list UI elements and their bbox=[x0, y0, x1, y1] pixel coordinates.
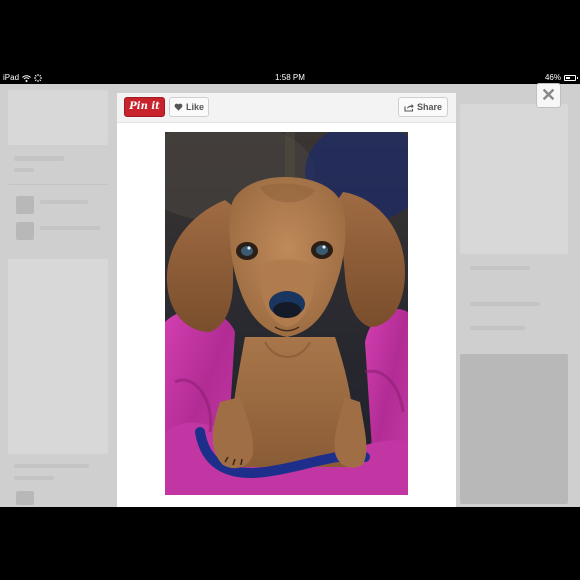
background-avatar bbox=[16, 196, 34, 214]
heart-icon bbox=[174, 103, 183, 111]
battery-level-fill bbox=[566, 77, 570, 79]
pin-it-label: Pin it bbox=[129, 101, 160, 112]
background-text bbox=[470, 326, 525, 330]
like-button[interactable]: Like bbox=[169, 97, 209, 117]
background-divider bbox=[8, 184, 108, 185]
pin-it-button[interactable]: Pin it bbox=[124, 97, 165, 117]
background-text bbox=[14, 168, 34, 172]
pin-photo[interactable] bbox=[165, 132, 408, 495]
battery-icon bbox=[564, 75, 578, 81]
background-text bbox=[40, 200, 88, 204]
background-text bbox=[14, 464, 89, 468]
dachshund-puppy-photo bbox=[165, 132, 408, 495]
like-label: Like bbox=[185, 102, 204, 112]
background-text bbox=[14, 156, 64, 161]
close-button[interactable]: ✕ bbox=[536, 83, 561, 108]
background-pin-image bbox=[460, 104, 568, 254]
background-pin-image bbox=[460, 354, 568, 504]
pin-modal: Pin it Like Share bbox=[117, 93, 456, 507]
status-bar: iPad 1:58 PM 46% bbox=[0, 72, 580, 84]
background-text bbox=[470, 266, 530, 270]
pin-toolbar: Pin it Like Share bbox=[117, 93, 456, 123]
share-arrow-icon bbox=[404, 103, 414, 112]
background-text bbox=[470, 302, 540, 306]
share-label: Share bbox=[416, 102, 442, 112]
share-button[interactable]: Share bbox=[398, 97, 448, 117]
background-pin-image bbox=[8, 90, 108, 145]
clock: 1:58 PM bbox=[275, 73, 305, 82]
background-pin-image bbox=[8, 259, 108, 454]
background-avatar bbox=[16, 222, 34, 240]
background-text bbox=[40, 226, 100, 230]
background-text bbox=[14, 476, 54, 480]
close-icon: ✕ bbox=[540, 85, 557, 105]
background-avatar bbox=[16, 491, 34, 505]
